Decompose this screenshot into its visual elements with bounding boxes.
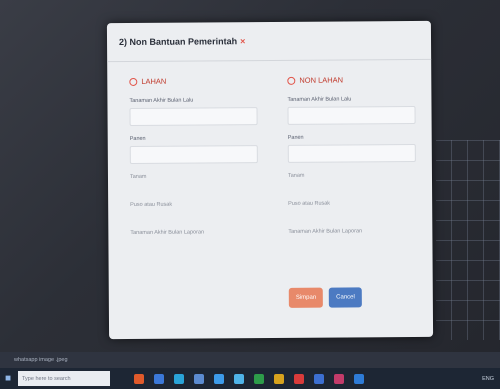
- app-icon[interactable]: [294, 373, 304, 384]
- field-label: Panen: [129, 135, 146, 142]
- app-icon[interactable]: [354, 373, 364, 384]
- background-table-grid: [436, 140, 500, 340]
- radio-icon: [129, 77, 138, 86]
- non-lahan-tanaman-akhir-bulan-lalu-input[interactable]: [287, 105, 416, 125]
- app-icon[interactable]: [334, 373, 344, 384]
- lahan-heading: LAHAN: [141, 76, 167, 86]
- non-lahan-heading: NON LAHAN: [299, 75, 344, 85]
- lahan-tanam-label: Tanam: [129, 173, 147, 180]
- lahan-radio-option[interactable]: LAHAN: [129, 76, 259, 86]
- lahan-column: LAHAN Tanaman Akhir Bulan Lalu Panen Tan…: [129, 76, 260, 258]
- app-icon[interactable]: [274, 373, 284, 384]
- app-icon[interactable]: [174, 373, 184, 384]
- app-icon[interactable]: [134, 373, 144, 384]
- non-bantuan-modal: 2) Non Bantuan Pemerintah × LAHAN Tanama…: [106, 20, 434, 340]
- non-lahan-panen-input[interactable]: [287, 143, 416, 163]
- download-filename[interactable]: whatsapp image .jpeg: [14, 357, 68, 363]
- non-lahan-tanam-label: Tanam: [287, 172, 305, 179]
- lahan-tanaman-akhir-bulan-lalu-input[interactable]: [129, 107, 258, 126]
- non-lahan-radio-option[interactable]: NON LAHAN: [287, 75, 417, 85]
- radio-icon: [287, 76, 296, 85]
- app-icon[interactable]: [214, 373, 224, 384]
- field-label: Panen: [287, 134, 304, 141]
- non-lahan-column: NON LAHAN Tanaman Akhir Bulan Lalu Panen…: [287, 75, 418, 257]
- lahan-puso-label: Puso atau Rusak: [130, 201, 173, 208]
- save-button[interactable]: Simpan: [288, 287, 324, 308]
- field-label: Tanaman Akhir Bulan Lalu: [287, 96, 352, 103]
- app-icon[interactable]: [314, 373, 324, 384]
- non-lahan-puso-label: Puso atau Rusak: [288, 200, 331, 207]
- field-label: Tanaman Akhir Bulan Lalu: [129, 97, 194, 104]
- search-placeholder: Type here to search: [22, 375, 71, 382]
- cancel-button[interactable]: Cancel: [329, 287, 362, 308]
- lahan-panen-input[interactable]: [129, 145, 258, 164]
- modal-actions: Simpan Cancel: [288, 287, 362, 308]
- taskbar-search-input[interactable]: Type here to search: [18, 371, 110, 386]
- modal-title: 2) Non Bantuan Pemerintah: [118, 36, 238, 48]
- system-tray: ENG: [482, 368, 494, 389]
- tray-language[interactable]: ENG: [482, 376, 494, 382]
- taskbar: ■ Type here to search ENG: [0, 368, 500, 389]
- lahan-tanaman-akhir-laporan-label: Tanaman Akhir Bulan Laporan: [130, 229, 205, 236]
- app-icon[interactable]: [234, 373, 244, 384]
- non-lahan-tanaman-akhir-laporan-label: Tanaman Akhir Bulan Laporan: [288, 228, 363, 235]
- windows-start-icon[interactable]: ■: [0, 368, 16, 389]
- app-icon[interactable]: [194, 373, 204, 384]
- app-icon[interactable]: [254, 373, 264, 384]
- app-icon[interactable]: [154, 373, 164, 384]
- modal-header: 2) Non Bantuan Pemerintah ×: [106, 20, 432, 63]
- close-icon[interactable]: ×: [240, 36, 245, 46]
- download-bar: whatsapp image .jpeg: [0, 352, 500, 368]
